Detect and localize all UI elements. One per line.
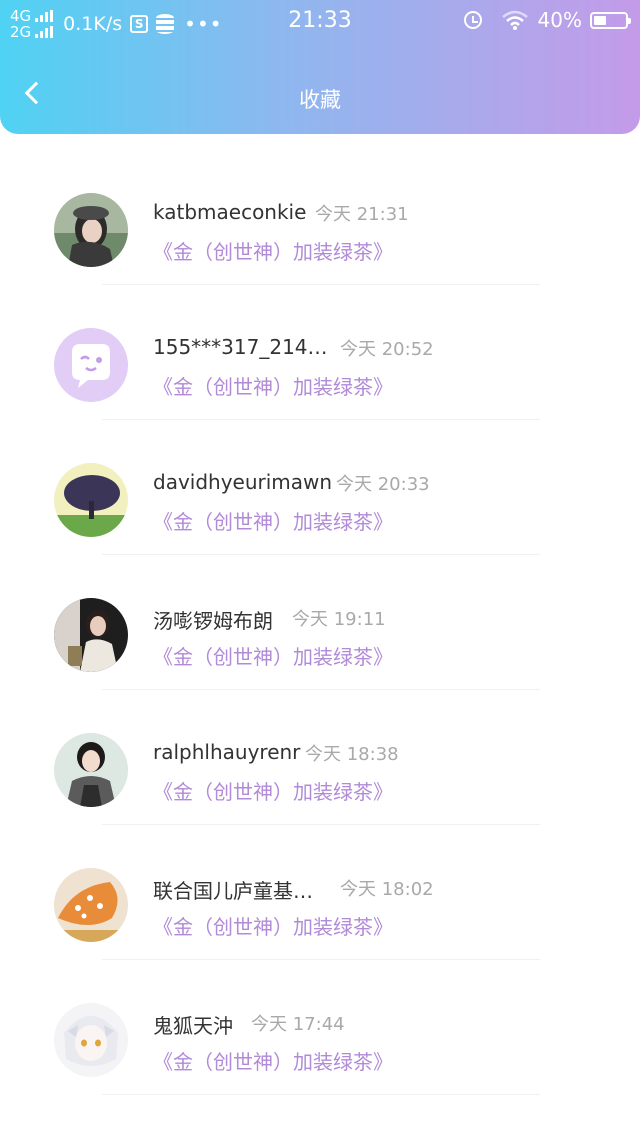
battery-level-fill [594, 15, 606, 25]
user-name[interactable]: davidhyeurimawn [153, 470, 332, 494]
battery-icon [590, 11, 631, 29]
wifi-icon [501, 10, 528, 30]
user-name[interactable]: 鬼狐天沖 [153, 1010, 233, 1039]
battery-percent: 40% [537, 8, 582, 32]
status-bar: 4G 2G 0.1K/s S ••• 21:33 40% [0, 0, 640, 44]
user-name[interactable]: ralphlhauyrenr [153, 740, 300, 764]
avatar-girl-dark[interactable] [54, 598, 128, 672]
book-title-link[interactable]: 《金（创世神）加装绿茶》 [153, 641, 393, 670]
favorite-list-item[interactable]: davidhyeurimawn 今天 20:33 《金（创世神）加装绿茶》 [0, 420, 640, 555]
favorite-time: 今天 17:44 [251, 1014, 345, 1035]
user-name[interactable]: 联合国儿庐童基… [153, 875, 313, 904]
avatar-default-wink[interactable] [54, 328, 128, 402]
favorite-time: 今天 18:02 [340, 879, 434, 900]
book-title-link[interactable]: 《金（创世神）加装绿茶》 [153, 506, 393, 535]
favorite-list-item[interactable]: 155***317_214… 今天 20:52 《金（创世神）加装绿茶》 [0, 285, 640, 420]
user-name[interactable]: 155***317_214… [153, 335, 328, 359]
page-title: 收藏 [299, 88, 341, 112]
favorite-list-item[interactable]: katbmaeconkie 今天 21:31 《金（创世神）加装绿茶》 [0, 150, 640, 285]
book-title-link[interactable]: 《金（创世神）加装绿茶》 [153, 371, 393, 400]
user-name[interactable]: 汤嘭锣姆布朗 [153, 605, 273, 634]
header-bar: 4G 2G 0.1K/s S ••• 21:33 40% 收藏 [0, 0, 640, 134]
book-title-link[interactable]: 《金（创世神）加装绿茶》 [153, 911, 393, 940]
favorite-list-item[interactable]: 汤嘭锣姆布朗 今天 19:11 《金（创世神）加装绿茶》 [0, 555, 640, 690]
alarm-icon [463, 11, 482, 29]
favorite-time: 今天 18:38 [305, 744, 399, 765]
favorites-list: katbmaeconkie 今天 21:31 《金（创世神）加装绿茶》 155***3… [0, 150, 640, 1095]
favorite-list-item[interactable]: 联合国儿庐童基… 今天 18:02 《金（创世神）加装绿茶》 [0, 825, 640, 960]
avatar-boy-hoodie[interactable] [54, 733, 128, 807]
book-title-link[interactable]: 《金（创世神）加装绿茶》 [153, 1046, 393, 1075]
favorite-time: 今天 20:33 [336, 474, 430, 495]
avatar-orange-shell[interactable] [54, 868, 128, 942]
favorite-time: 今天 21:31 [315, 204, 409, 225]
favorite-time: 今天 19:11 [292, 609, 386, 630]
avatar-woman-cap[interactable] [54, 193, 128, 267]
status-right: 40% [463, 8, 631, 32]
row-divider [102, 1094, 540, 1095]
user-name[interactable]: katbmaeconkie [153, 200, 306, 224]
avatar-tree[interactable] [54, 463, 128, 537]
favorite-list-item[interactable]: 鬼狐天沖 今天 17:44 《金（创世神）加装绿茶》 [0, 960, 640, 1095]
favorite-list-item[interactable]: ralphlhauyrenr 今天 18:38 《金（创世神）加装绿茶》 [0, 690, 640, 825]
avatar-anime-white[interactable] [54, 1003, 128, 1077]
book-title-link[interactable]: 《金（创世神）加装绿茶》 [153, 776, 393, 805]
book-title-link[interactable]: 《金（创世神）加装绿茶》 [153, 236, 393, 265]
favorite-time: 今天 20:52 [340, 339, 434, 360]
